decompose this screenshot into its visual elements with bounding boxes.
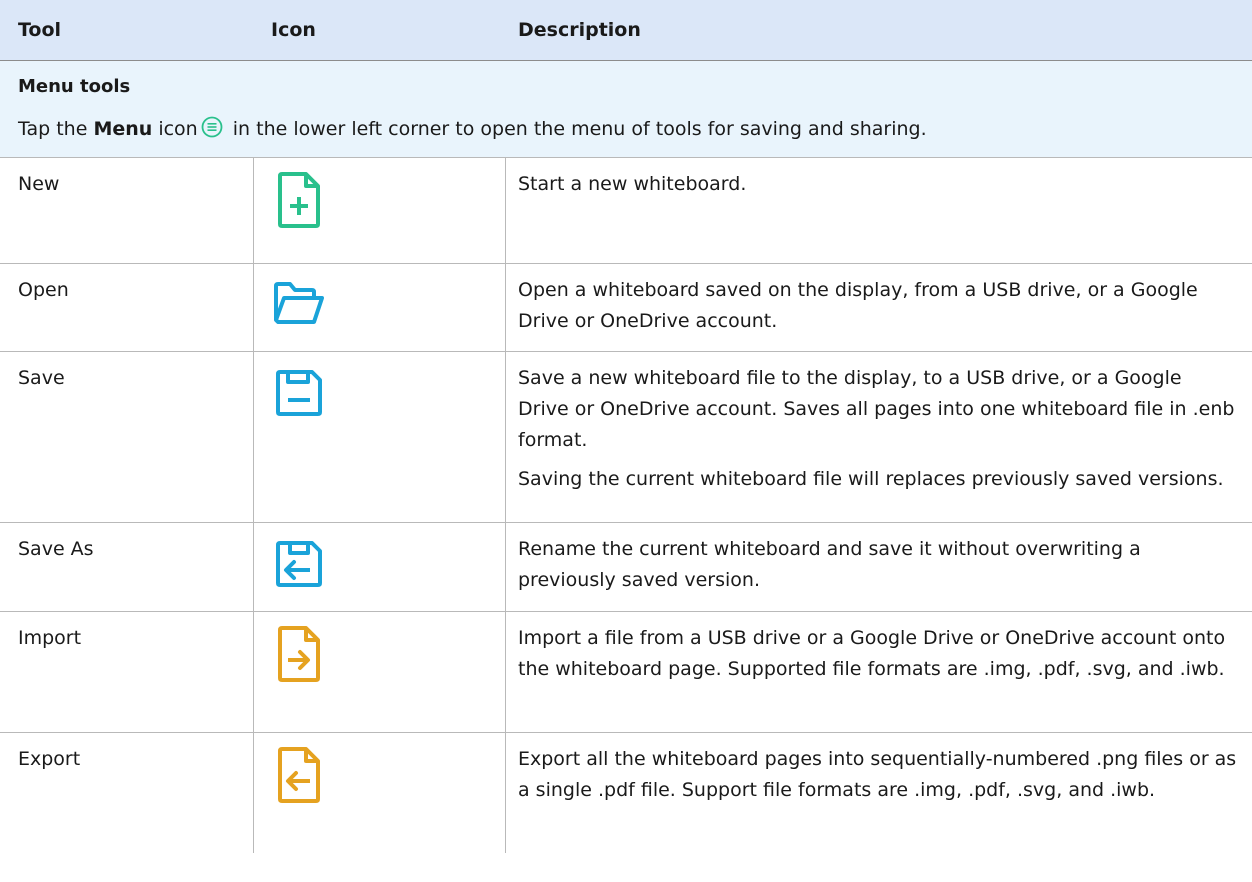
table-row: Import Import a file from a USB drive or… [0, 612, 1252, 733]
save-disk-icon [276, 370, 322, 416]
header-icon: Icon [271, 19, 316, 41]
tool-name: Save As [18, 538, 94, 560]
tool-icon-cell [253, 612, 506, 732]
section-menu-tools: Menu tools Tap the Menu icon in the lowe… [0, 61, 1252, 158]
tool-description: Save a new whiteboard file to the displa… [506, 352, 1252, 522]
desc-line: Saving the current whiteboard file will … [518, 468, 1224, 490]
desc-line: Start a new whiteboard. [518, 173, 747, 195]
table-header: Tool Icon Description [0, 0, 1252, 61]
tool-description: Start a new whiteboard. [506, 158, 1252, 263]
table-row: Save As Rename the current whiteboard an… [0, 523, 1252, 612]
tool-name: New [18, 173, 60, 195]
tool-description: Export all the whiteboard pages into seq… [506, 733, 1252, 853]
tool-name: Save [18, 367, 65, 389]
tool-description: Open a whiteboard saved on the display, … [506, 264, 1252, 351]
tool-icon-cell [253, 158, 506, 263]
section-title: Menu tools [18, 76, 131, 97]
table-row: Save Save a new whiteboard file to the d… [0, 352, 1252, 523]
desc-suffix: in the lower left corner to open the men… [226, 118, 927, 140]
menu-circle-icon [201, 116, 223, 143]
menu-tools-table: Tool Icon Description Menu tools Tap the… [0, 0, 1252, 853]
import-file-icon [278, 626, 320, 682]
tool-icon-cell [253, 523, 506, 611]
open-folder-icon [274, 282, 324, 324]
desc-mid: icon [152, 118, 198, 140]
desc-line: Rename the current whiteboard and save i… [518, 538, 1141, 591]
tool-icon-cell [253, 264, 506, 351]
desc-line: Save a new whiteboard file to the displa… [518, 367, 1235, 451]
desc-line: Import a file from a USB drive or a Goog… [518, 627, 1226, 680]
tool-name: Import [18, 627, 82, 649]
new-file-icon [278, 172, 320, 228]
tool-name: Open [18, 279, 69, 301]
tool-name: Export [18, 748, 81, 770]
save-as-icon [276, 541, 322, 587]
table-row: New Start a new whiteboard. [0, 158, 1252, 264]
header-description: Description [518, 19, 641, 41]
desc-prefix: Tap the [18, 118, 94, 140]
tool-description: Rename the current whiteboard and save i… [506, 523, 1252, 611]
tool-description: Import a file from a USB drive or a Goog… [506, 612, 1252, 732]
table-row: Open Open a whiteboard saved on the disp… [0, 264, 1252, 352]
desc-line: Open a whiteboard saved on the display, … [518, 279, 1198, 332]
section-description: Tap the Menu icon in the lower left corn… [0, 106, 1252, 157]
desc-menu-bold: Menu [93, 118, 153, 140]
tool-icon-cell [253, 352, 506, 522]
desc-line: Export all the whiteboard pages into seq… [518, 748, 1237, 801]
export-file-icon [278, 747, 320, 803]
header-tool: Tool [18, 19, 62, 41]
tool-icon-cell [253, 733, 506, 853]
table-row: Export Export all the whiteboard pages i… [0, 733, 1252, 853]
